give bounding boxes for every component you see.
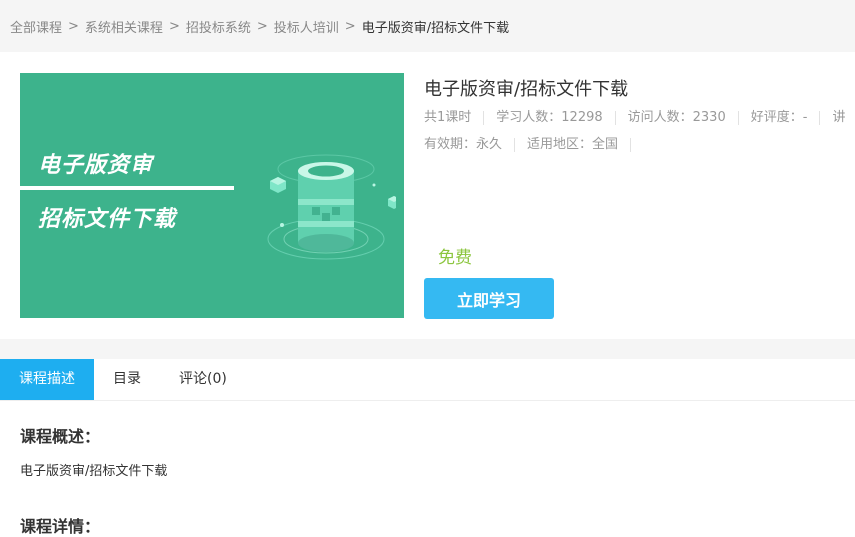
breadcrumb-separator: > [344,18,356,34]
cover-title-line2: 招标文件下载 [38,207,177,232]
learner-count: 学习人数：12298 [496,111,616,125]
visit-count: 访问人数：2330 [628,111,739,125]
rating: 好评度：- [751,111,821,125]
overview-heading: 课程概述： [20,427,101,446]
course-info: 电子版资审/招标文件下载 共1课时 学习人数：12298 访问人数：2330 好… [424,73,855,319]
course-cover-image: 电子版资审 招标文件下载 [20,73,404,318]
server-illustration-icon [267,154,396,260]
lecturer-label: 讲 [832,110,846,125]
validity-period: 有效期：永久 [424,138,516,152]
tab-catalog[interactable]: 目录 [94,359,160,400]
breadcrumb-current: 电子版资审/招标文件下载 [361,20,510,36]
applicable-region: 适用地区：全国 [527,138,632,152]
breadcrumb: 全部课程 > 系统相关课程 > 招投标系统 > 投标人培训 > 电子版资审/招标… [0,0,855,52]
breadcrumb-link-system-courses[interactable]: 系统相关课程 [85,17,163,36]
breadcrumb-link-bidder-training[interactable]: 投标人培训 [274,17,339,36]
tab-comments[interactable]: 评论(0) [160,359,246,400]
course-title: 电子版资审/招标文件下载 [424,79,629,100]
detail-heading: 课程详情： [20,517,101,536]
breadcrumb-separator: > [68,18,79,34]
course-panel: 电子版资审 招标文件下载 电子版资审/招标文件下载 共1课时 学习人数：1229… [0,52,855,339]
overview-text: 电子版资审/招标文件下载 [20,464,168,479]
description-content: 课程概述： 电子版资审/招标文件下载 课程详情： [0,423,855,537]
breadcrumb-link-bidding-system[interactable]: 招投标系统 [186,17,251,36]
breadcrumb-separator: > [256,18,268,34]
cover-divider [20,186,234,190]
course-stats: 共1课时 学习人数：12298 访问人数：2330 好评度：- 讲 [424,111,855,125]
price-label: 免费 [438,248,472,268]
course-meta: 有效期：永久 适用地区：全国 [424,138,855,152]
lesson-count: 共1课时 [424,111,485,125]
breadcrumb-separator: > [168,18,180,34]
course-tabs: 课程描述 目录 评论(0) [0,359,855,401]
cover-title-line1: 电子版资审 [38,153,154,178]
tab-description[interactable]: 课程描述 [0,359,94,400]
start-learning-button[interactable]: 立即学习 [424,278,554,319]
section-gap [0,339,855,359]
breadcrumb-link-all-courses[interactable]: 全部课程 [10,17,62,36]
